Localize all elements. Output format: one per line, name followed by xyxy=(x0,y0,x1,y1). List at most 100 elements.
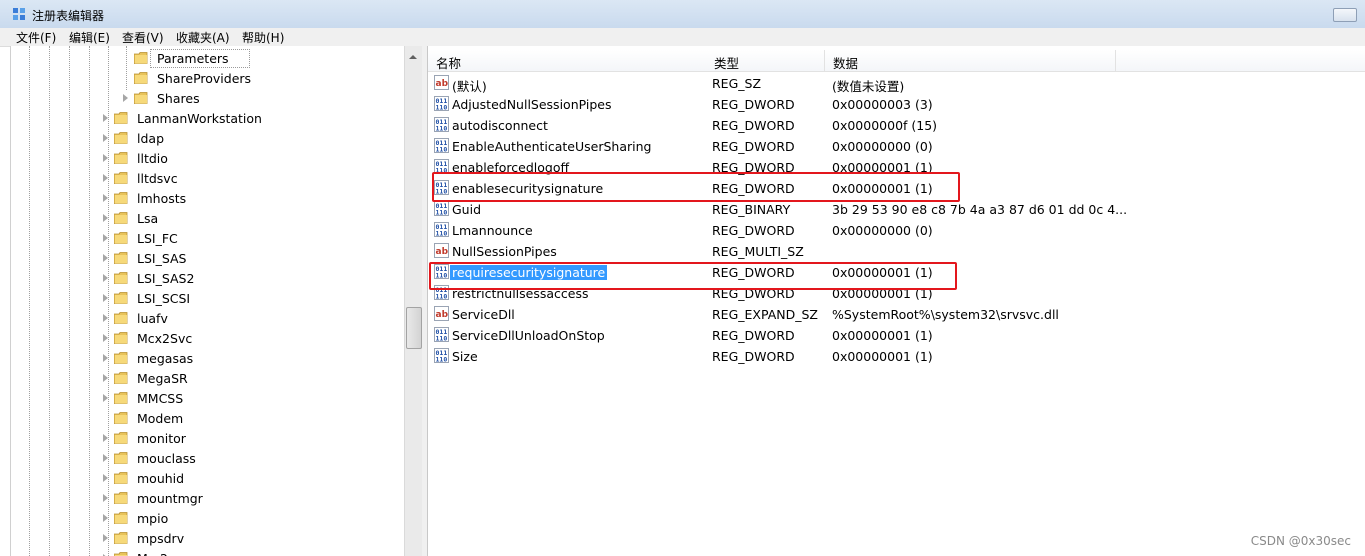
value-row[interactable]: ab NullSessionPipes REG_MULTI_SZ xyxy=(428,240,1365,261)
tree-node-label: mountmgr xyxy=(137,491,203,506)
value-type: REG_MULTI_SZ xyxy=(712,244,804,259)
value-name: autodisconnect xyxy=(452,118,548,133)
value-row[interactable]: ab ServiceDll REG_EXPAND_SZ %SystemRoot%\sy… xyxy=(428,303,1365,324)
expand-arrow-icon[interactable] xyxy=(103,434,108,442)
tree-node[interactable]: mouclass xyxy=(11,448,405,468)
menu-file[interactable]: 文件(F) xyxy=(16,29,56,46)
tree-node[interactable]: lltdio xyxy=(11,148,405,168)
scroll-up-arrow-icon[interactable] xyxy=(409,55,417,59)
folder-icon xyxy=(114,512,128,524)
folder-icon xyxy=(114,132,128,144)
tree-node-label: megasas xyxy=(137,351,194,366)
folder-icon xyxy=(114,152,128,164)
expand-arrow-icon[interactable] xyxy=(103,394,108,402)
expand-arrow-icon[interactable] xyxy=(103,194,108,202)
tree-node[interactable]: mpsdrv xyxy=(11,528,405,548)
value-type: REG_DWORD xyxy=(712,349,795,364)
registry-key-tree[interactable]: Parameters ShareProviders Shares LanmanWork… xyxy=(10,46,405,556)
tree-node-label: monitor xyxy=(137,431,186,446)
tree-node[interactable]: ShareProviders xyxy=(11,68,405,88)
folder-icon xyxy=(114,112,128,124)
tree-node[interactable]: Modem xyxy=(11,408,405,428)
binary-value-icon: 011 110 xyxy=(434,222,449,238)
tree-node[interactable]: lmhosts xyxy=(11,188,405,208)
expand-arrow-icon[interactable] xyxy=(103,334,108,342)
value-type: REG_DWORD xyxy=(712,328,795,343)
expand-arrow-icon[interactable] xyxy=(103,354,108,362)
value-type: REG_DWORD xyxy=(712,118,795,133)
value-row[interactable]: 011 110 Lmannounce REG_DWORD 0x00000000 (0) xyxy=(428,219,1365,240)
tree-node[interactable]: Shares xyxy=(11,88,405,108)
expand-arrow-icon[interactable] xyxy=(103,234,108,242)
window-control-button[interactable] xyxy=(1333,8,1357,22)
value-data: %SystemRoot%\system32\srvsvc.dll xyxy=(832,307,1059,322)
folder-icon xyxy=(114,212,128,224)
value-type: REG_DWORD xyxy=(712,223,795,238)
expand-arrow-icon[interactable] xyxy=(103,214,108,222)
folder-icon xyxy=(114,372,128,384)
tree-node[interactable]: Parameters xyxy=(11,48,405,68)
expand-arrow-icon[interactable] xyxy=(123,94,128,102)
tree-node[interactable]: lltdsvc xyxy=(11,168,405,188)
registry-values-list[interactable]: 名称 类型 数据 ab (默认) REG_SZ (数值未设置) 011 110 Adjust… xyxy=(427,46,1365,556)
value-row[interactable]: 011 110 AdjustedNullSessionPipes REG_DWORD 0… xyxy=(428,93,1365,114)
tree-node[interactable]: ldap xyxy=(11,128,405,148)
tree-node[interactable]: LSI_FC xyxy=(11,228,405,248)
tree-node[interactable]: megasas xyxy=(11,348,405,368)
tree-node[interactable]: LSI_SAS xyxy=(11,248,405,268)
expand-arrow-icon[interactable] xyxy=(103,314,108,322)
tree-scrollbar[interactable] xyxy=(404,46,422,556)
expand-arrow-icon[interactable] xyxy=(103,114,108,122)
tree-node[interactable]: LanmanWorkstation xyxy=(11,108,405,128)
menu-view[interactable]: 查看(V) xyxy=(122,29,164,46)
expand-arrow-icon[interactable] xyxy=(103,534,108,542)
column-header-data[interactable]: 数据 xyxy=(825,50,1116,72)
registry-editor-icon xyxy=(13,8,25,20)
tree-node[interactable]: Mcx2Svc xyxy=(11,328,405,348)
string-value-icon: ab xyxy=(434,243,449,258)
scrollbar-thumb[interactable] xyxy=(406,307,422,349)
folder-icon xyxy=(114,292,128,304)
menu-favorites[interactable]: 收藏夹(A) xyxy=(176,29,230,46)
tree-node[interactable]: mpio xyxy=(11,508,405,528)
column-header-type[interactable]: 类型 xyxy=(706,50,825,72)
tree-node[interactable]: LSI_SAS2 xyxy=(11,268,405,288)
expand-arrow-icon[interactable] xyxy=(103,274,108,282)
value-name: EnableAuthenticateUserSharing xyxy=(452,139,652,154)
expand-arrow-icon[interactable] xyxy=(103,374,108,382)
folder-icon xyxy=(114,472,128,484)
tree-node-label: Mcx2Svc xyxy=(137,331,193,346)
expand-arrow-icon[interactable] xyxy=(103,294,108,302)
window-title: 注册表编辑器 xyxy=(32,9,105,23)
tree-node[interactable]: Lsa xyxy=(11,208,405,228)
value-row[interactable]: ab (默认) REG_SZ (数值未设置) xyxy=(428,72,1365,94)
expand-arrow-icon[interactable] xyxy=(103,494,108,502)
tree-node[interactable]: MMCSS xyxy=(11,388,405,408)
folder-icon xyxy=(114,532,128,544)
tree-node[interactable]: MegaSR xyxy=(11,368,405,388)
value-row[interactable]: 011 110 ServiceDllUnloadOnStop REG_DWORD 0x0… xyxy=(428,324,1365,345)
binary-value-icon: 011 110 xyxy=(434,138,449,154)
expand-arrow-icon[interactable] xyxy=(103,514,108,522)
menu-edit[interactable]: 编辑(E) xyxy=(69,29,110,46)
expand-arrow-icon[interactable] xyxy=(103,174,108,182)
menu-help[interactable]: 帮助(H) xyxy=(242,29,284,46)
value-row[interactable]: 011 110 EnableAuthenticateUserSharing REG_D… xyxy=(428,135,1365,156)
tree-node-label: Mrx2 xyxy=(137,551,168,556)
expand-arrow-icon[interactable] xyxy=(103,254,108,262)
value-row[interactable]: 011 110 autodisconnect REG_DWORD 0x0000000f … xyxy=(428,114,1365,135)
expand-arrow-icon[interactable] xyxy=(103,134,108,142)
tree-node[interactable]: luafv xyxy=(11,308,405,328)
tree-node[interactable]: Mrx2 xyxy=(11,548,405,556)
folder-icon xyxy=(134,92,148,104)
expand-arrow-icon[interactable] xyxy=(103,454,108,462)
value-data: 0x00000001 (1) xyxy=(832,328,933,343)
value-row[interactable]: 011 110 Size REG_DWORD 0x00000001 (1) xyxy=(428,345,1365,366)
expand-arrow-icon[interactable] xyxy=(103,474,108,482)
tree-node[interactable]: LSI_SCSI xyxy=(11,288,405,308)
tree-node[interactable]: mountmgr xyxy=(11,488,405,508)
expand-arrow-icon[interactable] xyxy=(103,154,108,162)
tree-node[interactable]: mouhid xyxy=(11,468,405,488)
column-header-name[interactable]: 名称 xyxy=(428,50,707,72)
tree-node[interactable]: monitor xyxy=(11,428,405,448)
